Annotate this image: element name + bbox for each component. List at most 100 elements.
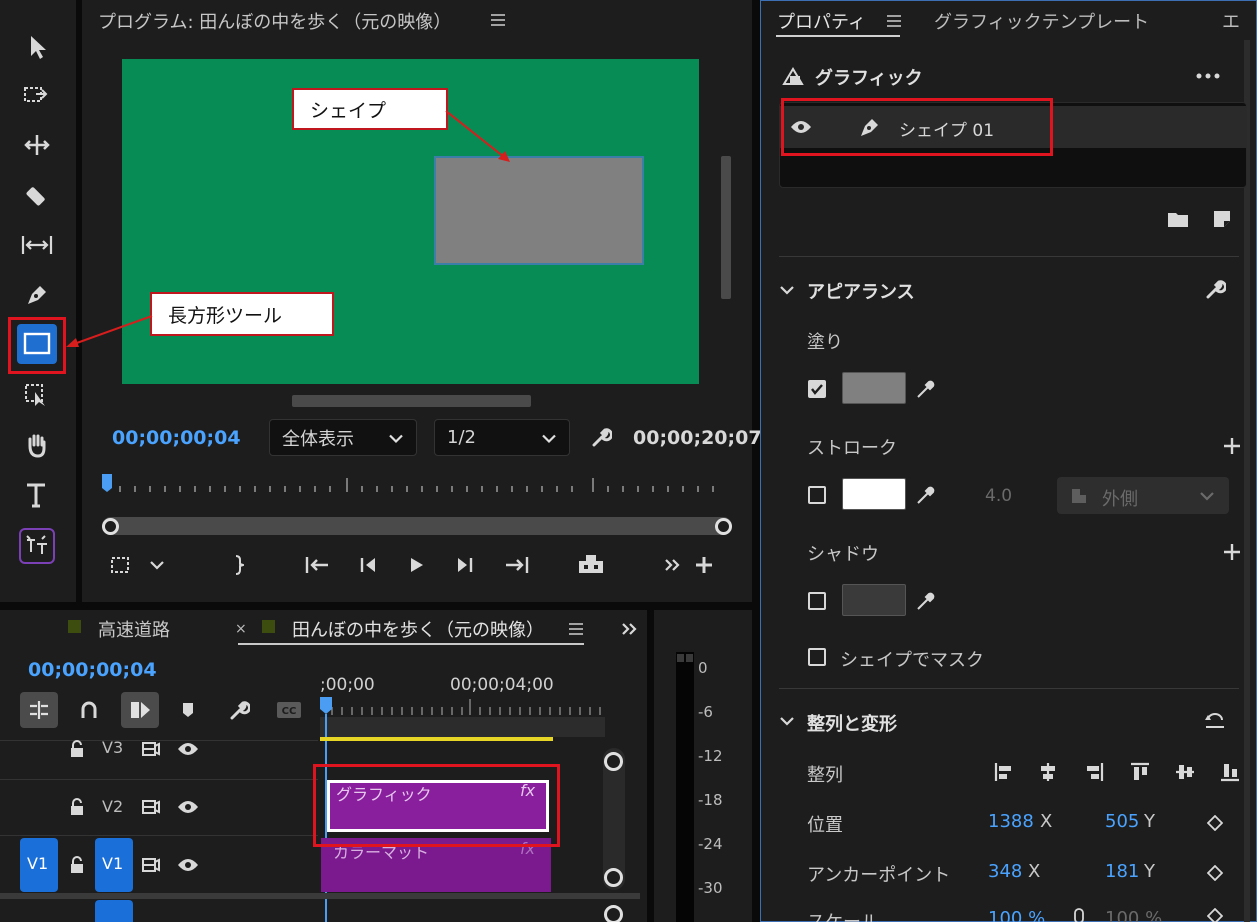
- wrench-icon[interactable]: [588, 424, 614, 450]
- more-controls-icon[interactable]: [662, 554, 684, 576]
- canvas-horizontal-scrollbar[interactable]: [292, 395, 531, 407]
- timeline-tab-active[interactable]: 田んぼの中を歩く（元の映像）: [292, 616, 544, 642]
- audio-track-patch[interactable]: [95, 900, 133, 922]
- export-frame-icon[interactable]: [574, 550, 608, 578]
- panel-menu-icon[interactable]: [566, 620, 586, 638]
- position-y-value[interactable]: 505: [1105, 811, 1139, 832]
- stroke-width-value[interactable]: 4.0: [985, 486, 1012, 506]
- zoom-handle-right[interactable]: [715, 518, 732, 535]
- lock-icon[interactable]: [66, 796, 88, 818]
- sync-lock-icon[interactable]: [140, 854, 162, 876]
- type-tool-icon[interactable]: [20, 480, 54, 512]
- close-tab-icon[interactable]: ×: [235, 621, 247, 637]
- tab-overflow[interactable]: エ: [1222, 8, 1240, 34]
- step-back-icon[interactable]: [355, 552, 381, 578]
- align-transform-header[interactable]: 整列と変形: [807, 710, 897, 736]
- rate-stretch-tool-icon[interactable]: [20, 380, 54, 410]
- go-to-in-icon[interactable]: [302, 552, 332, 578]
- tab-properties[interactable]: プロパティ: [777, 8, 866, 34]
- chevron-down-icon[interactable]: [776, 280, 798, 300]
- program-current-timecode[interactable]: 00;00;00;04: [112, 427, 241, 449]
- ripple-edit-tool-icon[interactable]: [20, 130, 54, 160]
- lock-icon[interactable]: [66, 738, 88, 760]
- add-stroke-icon[interactable]: [1220, 434, 1244, 458]
- align-vertical-center-icon[interactable]: [1171, 758, 1199, 786]
- reset-icon[interactable]: [1201, 708, 1229, 734]
- align-left-icon[interactable]: [990, 758, 1018, 786]
- timeline-ruler[interactable]: [318, 695, 608, 719]
- go-to-out-icon[interactable]: [502, 552, 532, 578]
- eyedropper-icon[interactable]: [913, 588, 939, 614]
- program-time-ruler[interactable]: [100, 472, 730, 498]
- chevron-down-icon[interactable]: [776, 711, 798, 731]
- wrench-icon[interactable]: [1201, 276, 1229, 302]
- slip-tool-icon[interactable]: [18, 230, 56, 260]
- align-bottom-icon[interactable]: [1216, 758, 1244, 786]
- eyedropper-icon[interactable]: [913, 376, 939, 402]
- sync-lock-icon[interactable]: [140, 738, 162, 760]
- captions-icon[interactable]: CC: [274, 698, 304, 722]
- appearance-header[interactable]: アピアランス: [807, 278, 915, 304]
- align-right-icon[interactable]: [1080, 758, 1108, 786]
- anchor-y-value[interactable]: 181: [1105, 861, 1139, 882]
- timeline-scroll-handle-bottom[interactable]: [604, 868, 623, 887]
- safe-margins-icon[interactable]: [106, 552, 134, 578]
- audio-scroll-handle[interactable]: [604, 905, 623, 922]
- lock-icon[interactable]: [66, 854, 88, 876]
- eyedropper-icon[interactable]: [913, 482, 939, 508]
- fit-dropdown[interactable]: 全体表示: [269, 419, 417, 456]
- new-group-folder-icon[interactable]: [1164, 206, 1192, 232]
- scale-value[interactable]: 100 %: [988, 908, 1045, 922]
- new-layer-icon[interactable]: [1208, 206, 1236, 232]
- align-top-icon[interactable]: [1126, 758, 1154, 786]
- graphic-icon: [780, 64, 806, 90]
- keyframe-diamond-icon[interactable]: [1204, 812, 1226, 834]
- track-select-tool-icon[interactable]: [20, 80, 54, 110]
- resolution-dropdown[interactable]: 1/2: [434, 419, 570, 456]
- panel-overflow-icon[interactable]: [618, 618, 642, 640]
- fill-color-swatch[interactable]: [842, 372, 906, 404]
- more-options-icon[interactable]: [1193, 66, 1223, 86]
- stroke-checkbox[interactable]: [808, 486, 826, 504]
- pen-tool-icon[interactable]: [20, 280, 54, 310]
- timeline-timecode[interactable]: 00;00;00;04: [28, 659, 157, 681]
- eye-icon[interactable]: [176, 738, 200, 760]
- timeline-tab-highway[interactable]: 高速道路: [98, 616, 170, 642]
- mask-with-shape-label[interactable]: シェイプでマスク: [840, 646, 984, 672]
- canvas-vertical-scrollbar[interactable]: [721, 156, 731, 299]
- stroke-color-swatch[interactable]: [842, 478, 906, 510]
- add-button-icon[interactable]: [692, 554, 716, 576]
- selection-tool-icon[interactable]: [22, 32, 54, 62]
- panel-menu-icon[interactable]: [488, 10, 508, 30]
- chevron-down-icon[interactable]: [146, 554, 168, 576]
- anchor-x-value[interactable]: 348: [988, 861, 1022, 882]
- program-monitor-title[interactable]: プログラム: 田んぼの中を歩く（元の映像）: [98, 8, 451, 34]
- razor-tool-icon[interactable]: [20, 180, 54, 210]
- shape-rectangle[interactable]: [434, 156, 644, 265]
- add-marker-icon[interactable]: [178, 698, 198, 722]
- play-icon[interactable]: [403, 552, 429, 578]
- mask-with-shape-checkbox[interactable]: [808, 648, 826, 666]
- align-horizontal-center-icon[interactable]: [1034, 758, 1062, 786]
- keyframe-diamond-icon[interactable]: [1204, 908, 1226, 922]
- shadow-checkbox[interactable]: [808, 592, 826, 610]
- shadow-color-swatch[interactable]: [842, 584, 906, 616]
- add-shadow-icon[interactable]: [1220, 540, 1244, 564]
- link-icon[interactable]: [1070, 908, 1088, 922]
- sync-lock-icon[interactable]: [140, 796, 162, 818]
- panel-menu-icon[interactable]: [884, 11, 904, 31]
- step-forward-icon[interactable]: [452, 552, 478, 578]
- mark-in-out-icon[interactable]: [228, 552, 250, 578]
- timeline-settings-icon[interactable]: [226, 696, 252, 724]
- keyframe-diamond-icon[interactable]: [1204, 862, 1226, 884]
- zoom-handle-left[interactable]: [102, 518, 119, 535]
- program-zoom-bar[interactable]: [102, 517, 732, 535]
- eye-icon[interactable]: [176, 854, 200, 876]
- magnet-icon[interactable]: [76, 696, 102, 724]
- position-x-value[interactable]: 1388: [988, 811, 1034, 832]
- timeline-scroll-handle-top[interactable]: [604, 752, 623, 771]
- eye-icon[interactable]: [176, 796, 200, 818]
- tab-graphics-template[interactable]: グラフィックテンプレート: [934, 8, 1149, 34]
- hand-tool-icon[interactable]: [20, 430, 54, 460]
- work-area-bar[interactable]: [320, 737, 553, 741]
